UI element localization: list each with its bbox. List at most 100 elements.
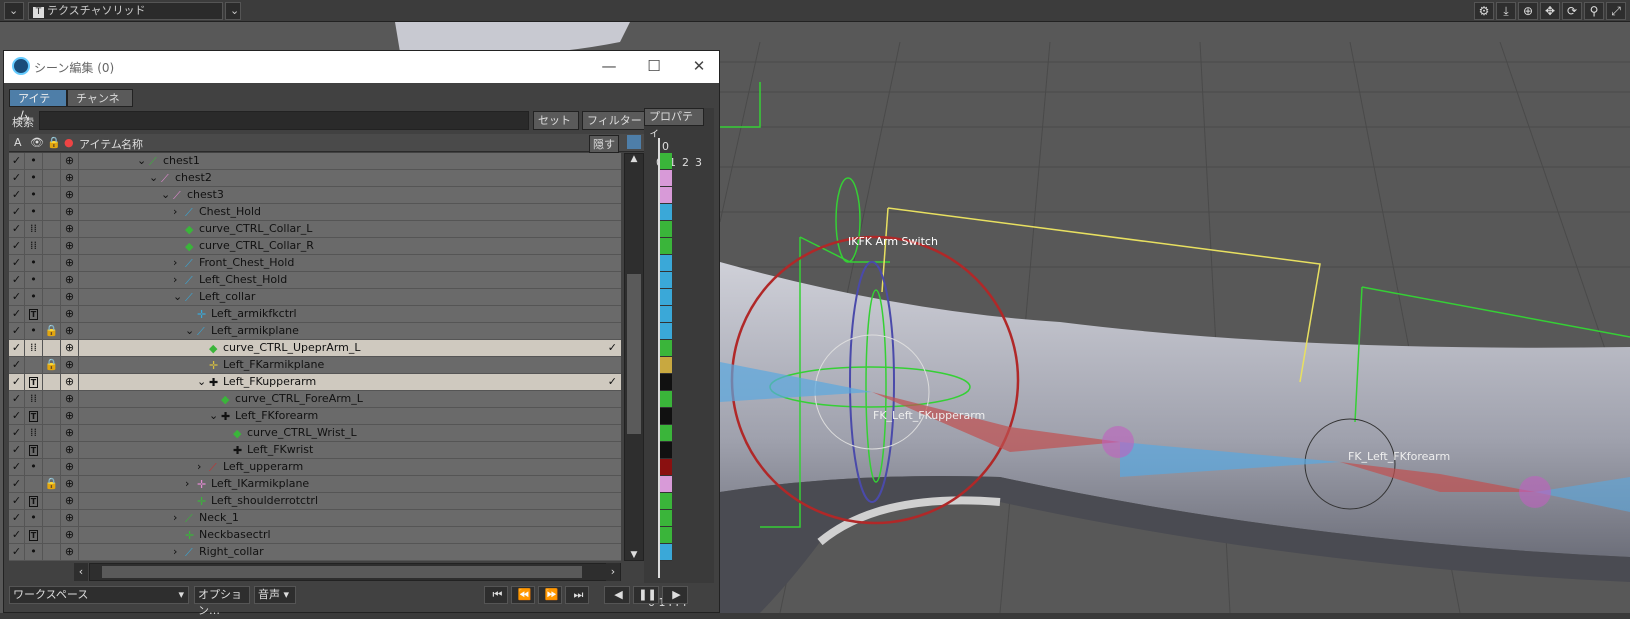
vertical-scrollbar[interactable]: ▲ ▼ bbox=[624, 153, 644, 561]
list-item[interactable]: ✓ ⁞⁞ ⊕ ◆ curve_CTRL_ForeArm_L bbox=[9, 391, 621, 408]
lock-header-icon[interactable]: 🔒 bbox=[47, 136, 61, 149]
item-name[interactable]: ◆ curve_CTRL_ForeArm_L bbox=[221, 391, 363, 407]
maximize-view-icon[interactable]: ⤢ bbox=[1606, 2, 1626, 20]
list-item[interactable]: ✓ • ⊕ ⌄ ⟋ chest1 bbox=[9, 153, 621, 170]
lock-toggle[interactable] bbox=[43, 493, 61, 509]
lock-toggle[interactable] bbox=[43, 187, 61, 203]
item-name[interactable]: ⟋ Left_Chest_Hold bbox=[185, 272, 287, 288]
active-check[interactable]: ✓ bbox=[9, 187, 25, 203]
expand-arrow-icon[interactable]: ⌄ bbox=[137, 153, 146, 169]
expand-arrow-icon[interactable]: › bbox=[173, 255, 177, 271]
lock-toggle[interactable] bbox=[43, 272, 61, 288]
active-check[interactable]: ✓ bbox=[9, 323, 25, 339]
scroll-left-icon[interactable]: ‹ bbox=[74, 563, 88, 581]
window-titlebar[interactable]: シーン編集 (0) — ☐ ✕ bbox=[4, 51, 719, 83]
visibility-toggle[interactable]: ⁞⁞ bbox=[25, 340, 43, 356]
color-toggle[interactable]: ⊕ bbox=[61, 221, 79, 237]
color-toggle[interactable]: ⊕ bbox=[61, 204, 79, 220]
expand-arrow-icon[interactable]: ⌄ bbox=[161, 187, 170, 203]
scroll-down-icon[interactable]: ▼ bbox=[625, 550, 643, 560]
pause-icon[interactable]: ❚❚ bbox=[633, 586, 659, 604]
color-toggle[interactable]: ⊕ bbox=[61, 306, 79, 322]
visibility-toggle[interactable]: • bbox=[25, 459, 43, 475]
timeline-key-cell[interactable] bbox=[660, 510, 672, 527]
lock-toggle[interactable] bbox=[43, 374, 61, 390]
timeline-key-cell[interactable] bbox=[660, 357, 672, 374]
shading-options-dropdown[interactable]: ⌄ bbox=[225, 2, 241, 20]
lock-toggle[interactable] bbox=[43, 221, 61, 237]
active-check[interactable]: ✓ bbox=[9, 425, 25, 441]
minimize-icon[interactable]: — bbox=[594, 55, 624, 77]
play-icon[interactable]: ▶ bbox=[662, 586, 688, 604]
lock-toggle[interactable] bbox=[43, 306, 61, 322]
tab-items[interactable]: アイテム bbox=[9, 89, 67, 122]
color-toggle[interactable]: ⊕ bbox=[61, 357, 79, 373]
vertical-scroll-thumb[interactable] bbox=[627, 274, 641, 434]
shading-mode-dropdown[interactable]: T テクスチャソリッド bbox=[28, 2, 223, 20]
expand-arrow-icon[interactable]: › bbox=[173, 204, 177, 220]
list-item[interactable]: ✓ T ⊕ ✛ Neckbasectrl bbox=[9, 527, 621, 544]
lock-toggle[interactable] bbox=[43, 544, 61, 560]
visibility-toggle[interactable]: • bbox=[25, 289, 43, 305]
color-toggle[interactable]: ⊕ bbox=[61, 323, 79, 339]
visibility-toggle[interactable]: ⁞⁞ bbox=[25, 238, 43, 254]
timeline-key-cell[interactable] bbox=[660, 221, 672, 238]
visibility-toggle[interactable]: T bbox=[25, 374, 43, 390]
timeline-key-cell[interactable] bbox=[660, 476, 672, 493]
visibility-toggle[interactable]: • bbox=[25, 255, 43, 271]
lock-toggle[interactable] bbox=[43, 238, 61, 254]
lock-toggle[interactable] bbox=[43, 391, 61, 407]
timeline-key-cell[interactable] bbox=[660, 391, 672, 408]
lock-toggle[interactable]: 🔒 bbox=[43, 476, 61, 492]
list-item[interactable]: ✓ ⁞⁞ ⊕ ◆ curve_CTRL_UpeprArm_L ✓ bbox=[9, 340, 621, 357]
col-name[interactable]: 名称 bbox=[121, 136, 143, 152]
list-item[interactable]: ✓ • ⊕ › ⟋ Chest_Hold bbox=[9, 204, 621, 221]
item-name[interactable]: ◆ curve_CTRL_Wrist_L bbox=[233, 425, 357, 441]
list-item[interactable]: ✓ ⁞⁞ ⊕ ◆ curve_CTRL_Collar_L bbox=[9, 221, 621, 238]
expand-arrow-icon[interactable]: › bbox=[173, 272, 177, 288]
item-name[interactable]: ⟋ Left_armikplane bbox=[197, 323, 299, 339]
list-item[interactable]: ✓ T ⊕ ✚ Left_FKwrist bbox=[9, 442, 621, 459]
list-item[interactable]: ✓ • 🔒 ⊕ ⌄ ⟋ Left_armikplane bbox=[9, 323, 621, 340]
list-item[interactable]: ✓ • ⊕ › ⟋ Right_collar bbox=[9, 544, 621, 561]
active-check[interactable]: ✓ bbox=[9, 544, 25, 560]
list-item[interactable]: ✓ • ⊕ ⌄ ⟋ Left_collar bbox=[9, 289, 621, 306]
active-check[interactable]: ✓ bbox=[9, 238, 25, 254]
active-check[interactable]: ✓ bbox=[9, 510, 25, 526]
step-forward-icon[interactable]: ⏩ bbox=[538, 586, 562, 604]
lock-toggle[interactable] bbox=[43, 170, 61, 186]
list-item[interactable]: ✓ ⁞⁞ ⊕ ◆ curve_CTRL_Collar_R bbox=[9, 238, 621, 255]
timeline-key-cell[interactable] bbox=[660, 170, 672, 187]
set-dropdown[interactable]: セット ▾ bbox=[533, 111, 579, 144]
time-cursor[interactable] bbox=[658, 138, 660, 578]
layout-toggle-icon[interactable] bbox=[627, 135, 641, 149]
item-name[interactable]: ⟋ Chest_Hold bbox=[185, 204, 261, 220]
horizontal-scrollbar[interactable] bbox=[89, 563, 621, 581]
lock-toggle[interactable] bbox=[43, 459, 61, 475]
visibility-toggle[interactable]: • bbox=[25, 272, 43, 288]
search-input[interactable] bbox=[39, 111, 529, 130]
audio-dropdown[interactable]: 音声 ▾ bbox=[254, 586, 296, 604]
list-item[interactable]: ✓ • ⊕ ⌄ ⟋ chest3 bbox=[9, 187, 621, 204]
list-item[interactable]: ✓ • ⊕ › ⟋ Left_upperarm bbox=[9, 459, 621, 476]
list-item[interactable]: ✓ • ⊕ › ⟋ Front_Chest_Hold bbox=[9, 255, 621, 272]
expand-arrow-icon[interactable]: ⌄ bbox=[149, 170, 158, 186]
color-toggle[interactable]: ⊕ bbox=[61, 374, 79, 390]
list-item[interactable]: ✓ T ⊕ ✛ Left_armikfkctrl bbox=[9, 306, 621, 323]
options-button[interactable]: オプション… bbox=[194, 586, 250, 617]
col-item[interactable]: アイテム bbox=[79, 136, 122, 152]
item-name[interactable]: ✛ Left_IKarmikplane bbox=[197, 476, 309, 492]
active-check[interactable]: ✓ bbox=[9, 408, 25, 424]
active-check[interactable]: ✓ bbox=[9, 153, 25, 169]
expand-arrow-icon[interactable]: › bbox=[173, 544, 177, 560]
active-check[interactable]: ✓ bbox=[9, 340, 25, 356]
item-name[interactable]: ◆ curve_CTRL_Collar_R bbox=[185, 238, 314, 254]
timeline-key-cell[interactable] bbox=[660, 255, 672, 272]
active-check[interactable]: ✓ bbox=[9, 204, 25, 220]
color-toggle[interactable]: ⊕ bbox=[61, 408, 79, 424]
color-toggle[interactable]: ⊕ bbox=[61, 544, 79, 560]
horizontal-scroll-thumb[interactable] bbox=[102, 566, 582, 578]
expand-arrow-icon[interactable]: ⌄ bbox=[173, 289, 182, 305]
expand-arrow-icon[interactable]: ⌄ bbox=[209, 408, 218, 424]
color-toggle[interactable]: ⊕ bbox=[61, 255, 79, 271]
